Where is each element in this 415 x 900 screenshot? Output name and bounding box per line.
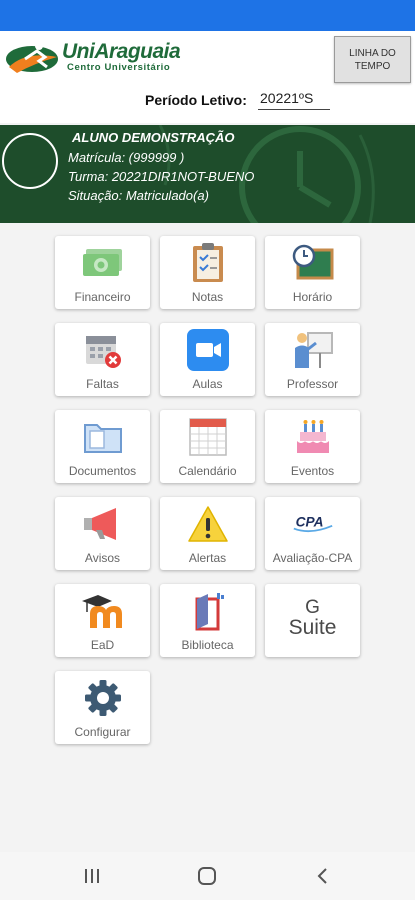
tile-label: Alertas xyxy=(188,551,227,565)
student-situacao: Situação: Matriculado(a) xyxy=(68,188,209,203)
brand-name: UniAraguaia xyxy=(62,40,181,63)
gear-icon xyxy=(82,677,124,719)
back-icon xyxy=(317,868,327,884)
brand-subtitle: Centro Universitário xyxy=(67,62,171,73)
tile-documentos[interactable]: Documentos xyxy=(55,410,150,483)
tile-configurar[interactable]: Configurar xyxy=(55,671,150,744)
student-name: ALUNO DEMONSTRAÇÃO xyxy=(72,130,235,145)
tile-alertas[interactable]: Alertas xyxy=(160,497,255,570)
calendar-icon xyxy=(187,416,229,458)
cpa-icon: CPA xyxy=(292,503,334,545)
cake-icon xyxy=(292,416,334,458)
tile-calendario[interactable]: Calendário xyxy=(160,410,255,483)
tile-avisos[interactable]: Avisos xyxy=(55,497,150,570)
tile-biblioteca[interactable]: Biblioteca xyxy=(160,584,255,657)
gsuite-icon-g: G xyxy=(305,597,320,618)
system-nav-bar xyxy=(0,852,415,900)
period-label: Período Letivo: xyxy=(145,92,247,108)
megaphone-icon xyxy=(82,503,124,545)
moodle-icon xyxy=(82,590,124,632)
home-button[interactable] xyxy=(192,864,222,888)
tile-label: Aulas xyxy=(192,377,223,391)
cpa-logo-text: CPA xyxy=(296,515,324,530)
gsuite-icon: G Suite xyxy=(265,597,360,639)
student-card: ALUNO DEMONSTRAÇÃO Matrícula: (999999 ) … xyxy=(0,125,415,223)
tile-label: Eventos xyxy=(290,464,335,478)
tile-label: Documentos xyxy=(68,464,137,478)
tile-label: Configurar xyxy=(74,725,131,739)
home-icon xyxy=(198,867,216,885)
tile-label: Horário xyxy=(292,290,333,304)
teacher-icon xyxy=(292,329,334,371)
student-turma: Turma: 20221DIR1NOT-BUENO xyxy=(68,169,255,184)
tile-label: Avaliação-CPA xyxy=(272,551,353,565)
video-icon xyxy=(187,329,229,371)
recent-apps-icon xyxy=(85,869,99,883)
calendar-x-icon xyxy=(82,329,124,371)
clipboard-icon xyxy=(187,242,229,284)
tile-label: EaD xyxy=(90,638,115,652)
avatar[interactable] xyxy=(2,133,58,189)
tile-label: Notas xyxy=(191,290,224,304)
recent-apps-button[interactable] xyxy=(77,864,107,888)
tile-eventos[interactable]: Eventos xyxy=(265,410,360,483)
back-button[interactable] xyxy=(308,864,338,888)
app-header: UniAraguaia Centro Universitário LINHA D… xyxy=(0,31,415,123)
money-icon xyxy=(82,242,124,284)
warning-icon xyxy=(187,503,229,545)
tile-label: Professor xyxy=(286,377,339,391)
tile-avaliacao-cpa[interactable]: CPA Avaliação-CPA xyxy=(265,497,360,570)
timeline-button-label: LINHA DO TEMPO xyxy=(349,47,396,72)
folder-icon xyxy=(82,416,124,458)
tile-label: Avisos xyxy=(84,551,121,565)
tile-notas[interactable]: Notas xyxy=(160,236,255,309)
tile-gsuite[interactable]: G Suite xyxy=(265,584,360,657)
period-select[interactable]: 20221ºS xyxy=(258,90,330,110)
gsuite-icon-suite: Suite xyxy=(288,616,337,639)
tile-faltas[interactable]: Faltas xyxy=(55,323,150,396)
tile-horario[interactable]: Horário xyxy=(265,236,360,309)
status-bar xyxy=(0,0,415,31)
logo-icon xyxy=(6,42,58,73)
tile-label: Calendário xyxy=(178,464,237,478)
brand-logo: UniAraguaia Centro Universitário xyxy=(5,37,195,77)
tile-label: Biblioteca xyxy=(181,638,234,652)
library-icon xyxy=(187,590,229,632)
tile-label: Financeiro xyxy=(74,290,131,304)
tile-aulas[interactable]: Aulas xyxy=(160,323,255,396)
tile-professor[interactable]: Professor xyxy=(265,323,360,396)
tile-ead[interactable]: EaD xyxy=(55,584,150,657)
clock-board-icon xyxy=(292,242,334,284)
student-matricula: Matrícula: (999999 ) xyxy=(68,150,185,165)
tile-financeiro[interactable]: Financeiro xyxy=(55,236,150,309)
timeline-button[interactable]: LINHA DO TEMPO xyxy=(334,36,411,83)
tile-label: Faltas xyxy=(86,377,119,391)
